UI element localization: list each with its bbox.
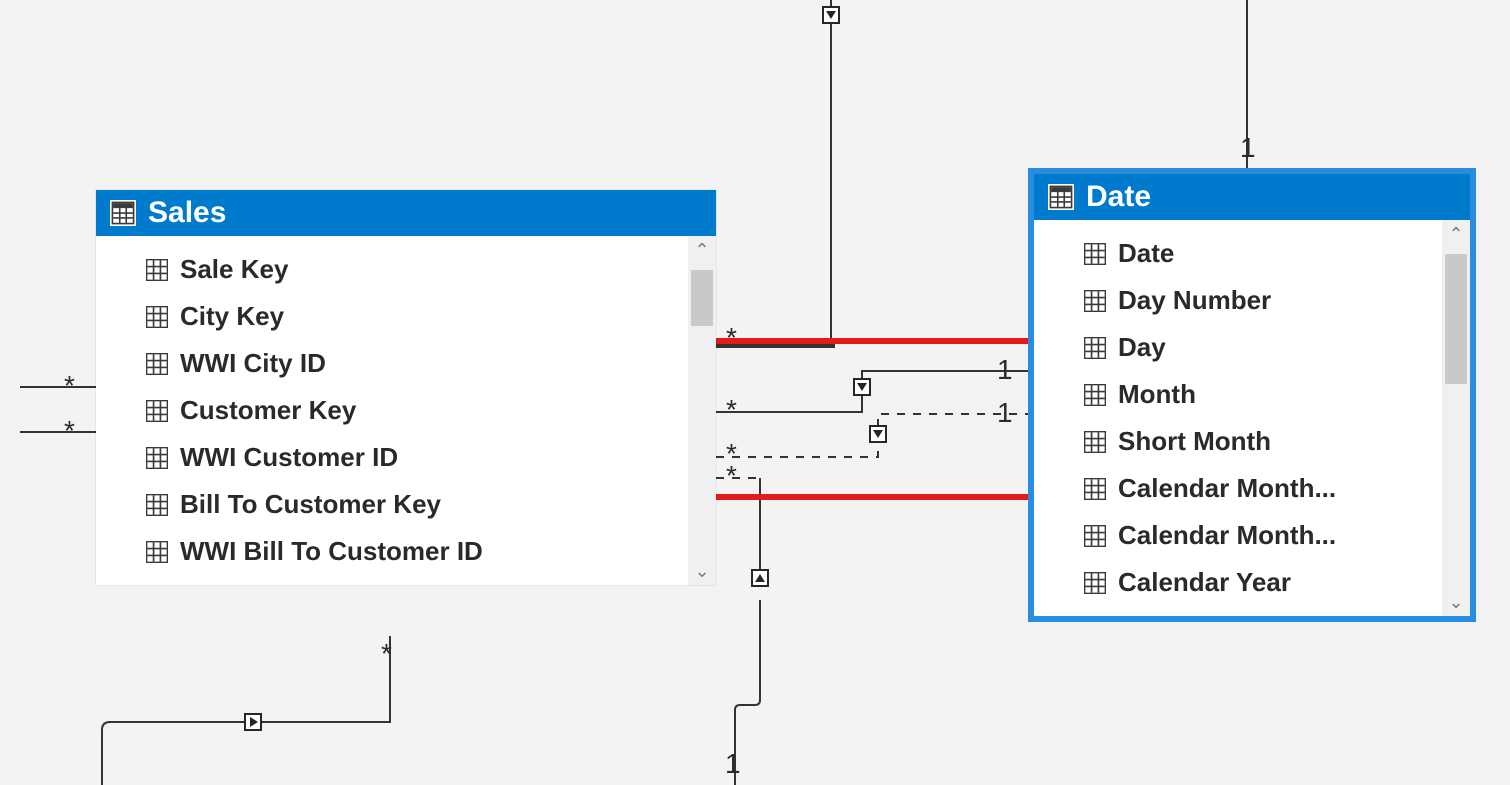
field-label: Calendar Month...: [1118, 473, 1336, 504]
field-row[interactable]: Calendar Year: [1034, 559, 1470, 606]
scroll-thumb[interactable]: [1445, 254, 1467, 384]
field-row[interactable]: Sale Key: [96, 246, 716, 293]
diagram-canvas[interactable]: * * * * * * 1 1 1 * 1 Sales Sale Key Cit…: [0, 0, 1510, 785]
scroll-up-icon[interactable]: ⌃: [688, 236, 716, 264]
cardinality-many: *: [64, 415, 75, 447]
field-row[interactable]: Day Number: [1034, 277, 1470, 324]
cardinality-one: 1: [997, 354, 1013, 386]
table-icon: [110, 200, 136, 226]
field-row[interactable]: Short Month: [1034, 418, 1470, 465]
filter-direction-icon: [244, 713, 262, 731]
table-title: Date: [1086, 180, 1151, 214]
column-icon: [1084, 431, 1106, 453]
column-icon: [1084, 384, 1106, 406]
column-icon: [146, 541, 168, 563]
column-icon: [146, 259, 168, 281]
field-label: Customer Key: [180, 395, 356, 426]
cardinality-many: *: [726, 322, 737, 354]
scroll-up-icon[interactable]: ⌃: [1442, 220, 1470, 248]
filter-direction-icon: [822, 6, 840, 24]
field-row[interactable]: Day: [1034, 324, 1470, 371]
field-row[interactable]: WWI City ID: [96, 340, 716, 387]
column-icon: [1084, 290, 1106, 312]
table-date[interactable]: Date Date Day Number Day Month Short Mon…: [1034, 174, 1470, 616]
cardinality-one: 1: [1240, 132, 1256, 164]
field-label: WWI City ID: [180, 348, 326, 379]
field-label: Sale Key: [180, 254, 288, 285]
sales-scrollbar[interactable]: ⌃ ⌄: [688, 236, 716, 585]
cardinality-one: 1: [997, 397, 1013, 429]
field-row[interactable]: City Key: [96, 293, 716, 340]
date-scrollbar[interactable]: ⌃ ⌄: [1442, 220, 1470, 616]
field-label: Short Month: [1118, 426, 1271, 457]
field-label: Date: [1118, 238, 1174, 269]
table-header-date[interactable]: Date: [1034, 174, 1470, 220]
scroll-down-icon[interactable]: ⌄: [688, 557, 716, 585]
field-row[interactable]: Calendar Month...: [1034, 465, 1470, 512]
table-body-sales: Sale Key City Key WWI City ID Customer K…: [96, 236, 716, 585]
field-label: Month: [1118, 379, 1196, 410]
field-row[interactable]: WWI Bill To Customer ID: [96, 528, 716, 575]
cardinality-one: 1: [725, 748, 741, 780]
cardinality-many: *: [64, 370, 75, 402]
column-icon: [146, 353, 168, 375]
field-label: Bill To Customer Key: [180, 489, 441, 520]
field-label: WWI Bill To Customer ID: [180, 536, 483, 567]
field-row[interactable]: WWI Customer ID: [96, 434, 716, 481]
field-label: WWI Customer ID: [180, 442, 398, 473]
column-icon: [146, 306, 168, 328]
scroll-thumb[interactable]: [691, 270, 713, 326]
field-label: Day: [1118, 332, 1166, 363]
field-row[interactable]: Calendar Month...: [1034, 512, 1470, 559]
column-icon: [146, 447, 168, 469]
column-icon: [146, 494, 168, 516]
column-icon: [1084, 525, 1106, 547]
cardinality-many: *: [381, 638, 392, 670]
column-icon: [146, 400, 168, 422]
field-row[interactable]: Month: [1034, 371, 1470, 418]
table-title: Sales: [148, 196, 226, 230]
field-row[interactable]: Date: [1034, 230, 1470, 277]
column-icon: [1084, 478, 1106, 500]
field-label: Day Number: [1118, 285, 1271, 316]
field-label: City Key: [180, 301, 284, 332]
filter-direction-icon: [869, 425, 887, 443]
column-icon: [1084, 243, 1106, 265]
cardinality-many: *: [726, 394, 737, 426]
cardinality-many: *: [726, 460, 737, 492]
table-body-date: Date Day Number Day Month Short Month Ca…: [1034, 220, 1470, 616]
table-header-sales[interactable]: Sales: [96, 190, 716, 236]
field-label: Calendar Year: [1118, 567, 1291, 598]
column-icon: [1084, 337, 1106, 359]
filter-direction-icon: [751, 569, 769, 587]
scroll-down-icon[interactable]: ⌄: [1442, 588, 1470, 616]
column-icon: [1084, 572, 1106, 594]
table-icon: [1048, 184, 1074, 210]
filter-direction-icon: [853, 378, 871, 396]
table-sales[interactable]: Sales Sale Key City Key WWI City ID Cust…: [96, 190, 716, 585]
field-row[interactable]: Customer Key: [96, 387, 716, 434]
field-row[interactable]: Bill To Customer Key: [96, 481, 716, 528]
field-label: Calendar Month...: [1118, 520, 1336, 551]
